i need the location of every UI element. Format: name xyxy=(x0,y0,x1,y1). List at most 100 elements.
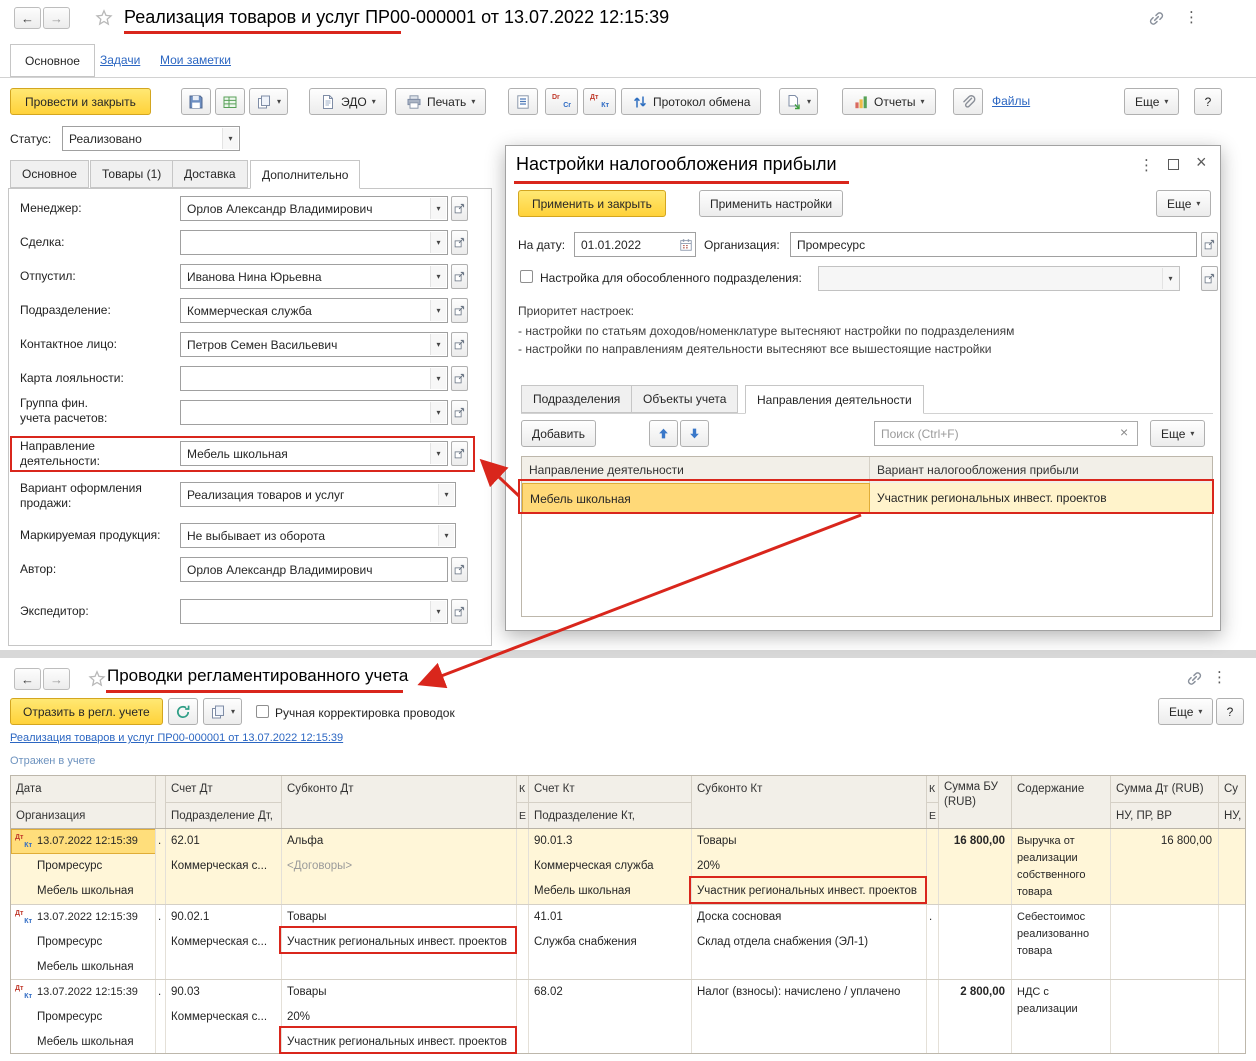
link-icon[interactable] xyxy=(1186,670,1203,687)
nav-tab-tasks[interactable]: Задачи xyxy=(100,53,140,67)
link-icon[interactable] xyxy=(1148,10,1165,27)
create-based-on-button[interactable]: ▾ xyxy=(779,88,818,115)
apply-settings-button[interactable]: Применить настройки xyxy=(699,190,843,217)
favorite-star-icon[interactable] xyxy=(88,670,106,688)
apply-and-close-button[interactable]: Применить и закрыть xyxy=(518,190,666,217)
chevron-down-icon[interactable]: ▾ xyxy=(430,266,446,287)
refresh-button[interactable] xyxy=(168,698,198,725)
author-open-button[interactable] xyxy=(451,557,468,582)
released-by-open-button[interactable] xyxy=(451,264,468,289)
print-button[interactable]: Печать▾ xyxy=(395,88,486,115)
posting-row[interactable]: ДтКт 13.07.2022 12:15:39 Промресурс Мебе… xyxy=(11,829,1245,904)
column-header-variant[interactable]: Вариант налогообложения прибыли xyxy=(870,457,1212,483)
separate-division-open-button[interactable] xyxy=(1201,266,1218,291)
search-clear-icon[interactable]: × xyxy=(1120,424,1128,440)
edo-button[interactable]: ЭДО▾ xyxy=(309,88,387,115)
posting-row[interactable]: ДтКт 13.07.2022 12:15:39 Промресурс Мебе… xyxy=(11,904,1245,979)
chevron-down-icon[interactable]: ▾ xyxy=(430,300,446,321)
column-header-k2[interactable]: КЕ xyxy=(927,776,939,828)
favorite-star-icon[interactable] xyxy=(95,9,113,27)
status-select[interactable]: Реализовано▾ xyxy=(62,126,240,151)
deal-field[interactable]: ▾ xyxy=(180,230,448,255)
column-header-content[interactable]: Содержание xyxy=(1012,776,1111,828)
column-header-cut[interactable]: СуНУ, xyxy=(1219,776,1246,828)
forward-button[interactable]: → xyxy=(43,7,70,29)
more-menu-icon[interactable]: ⋮ xyxy=(1212,670,1227,685)
chevron-down-icon[interactable]: ▾ xyxy=(430,232,446,253)
column-header-sum-dt[interactable]: Сумма Дт (RUB)НУ, ПР, ВР xyxy=(1111,776,1219,828)
column-header-splitter[interactable] xyxy=(156,776,166,828)
tab-additional[interactable]: Дополнительно xyxy=(250,160,360,189)
chevron-down-icon[interactable]: ▾ xyxy=(430,443,446,464)
chevron-down-icon[interactable]: ▾ xyxy=(438,484,454,505)
date-field[interactable]: 01.01.2022 xyxy=(574,232,696,257)
table-more-button[interactable]: Еще▾ xyxy=(1150,420,1205,447)
save-button[interactable] xyxy=(181,88,211,115)
document-link[interactable]: Реализация товаров и услуг ПР00-000001 о… xyxy=(10,732,343,744)
forward-button[interactable]: → xyxy=(43,668,70,690)
manager-open-button[interactable] xyxy=(451,196,468,221)
nav-tab-main[interactable]: Основное xyxy=(10,44,95,77)
tab-divisions[interactable]: Подразделения xyxy=(521,385,632,413)
contact-person-field[interactable]: Петров Семен Васильевич▾ xyxy=(180,332,448,357)
tab-accounting-objects[interactable]: Объекты учета xyxy=(631,385,738,413)
chevron-down-icon[interactable]: ▾ xyxy=(222,128,238,149)
move-up-button[interactable] xyxy=(649,420,678,447)
marked-products-field[interactable]: Не выбывает из оборота▾ xyxy=(180,523,456,548)
column-header-direction[interactable]: Направление деятельности xyxy=(522,457,870,483)
column-header-subconto-dt[interactable]: Субконто Дт xyxy=(282,776,517,828)
loyalty-card-field[interactable]: ▾ xyxy=(180,366,448,391)
tab-goods[interactable]: Товары (1) xyxy=(90,160,173,188)
column-header-account-dt[interactable]: Счет ДтПодразделение Дт, xyxy=(166,776,282,828)
variant-cell[interactable]: Участник региональных инвест. проектов xyxy=(870,483,1212,514)
reflect-button[interactable]: Отразить в регл. учете xyxy=(10,698,163,725)
related-documents-button[interactable] xyxy=(508,88,538,115)
business-direction-open-button[interactable] xyxy=(451,441,468,466)
direction-cell[interactable]: Мебель школьная xyxy=(522,483,870,514)
separate-division-checkbox[interactable] xyxy=(520,270,533,283)
manager-field[interactable]: Орлов Александр Владимирович▾ xyxy=(180,196,448,221)
released-by-field[interactable]: Иванова Нина Юрьевна▾ xyxy=(180,264,448,289)
back-button[interactable]: ← xyxy=(14,7,41,29)
deal-open-button[interactable] xyxy=(451,230,468,255)
more-button[interactable]: Еще▾ xyxy=(1158,698,1213,725)
department-field[interactable]: Коммерческая служба▾ xyxy=(180,298,448,323)
more-button[interactable]: Еще▾ xyxy=(1124,88,1179,115)
add-button[interactable]: Добавить xyxy=(521,420,596,447)
search-input[interactable] xyxy=(874,421,1138,446)
calendar-icon[interactable] xyxy=(678,234,694,255)
tab-business-directions[interactable]: Направления деятельности xyxy=(745,385,924,414)
column-header-account-kt[interactable]: Счет КтПодразделение Кт, xyxy=(529,776,692,828)
sale-option-field[interactable]: Реализация товаров и услуг▾ xyxy=(180,482,456,507)
column-header-date-org[interactable]: ДатаОрганизация xyxy=(11,776,156,828)
post-and-close-button[interactable]: Провести и закрыть xyxy=(10,88,151,115)
dialog-more-button[interactable]: Еще▾ xyxy=(1156,190,1211,217)
exchange-protocol-button[interactable]: Протокол обмена xyxy=(621,88,761,115)
contact-person-open-button[interactable] xyxy=(451,332,468,357)
column-header-subconto-kt[interactable]: Субконто Кт xyxy=(692,776,927,828)
chevron-down-icon[interactable]: ▾ xyxy=(430,334,446,355)
files-link[interactable]: Файлы xyxy=(992,94,1030,108)
dt-kt-button[interactable]: ДтКт xyxy=(583,88,616,115)
chevron-down-icon[interactable]: ▾ xyxy=(430,198,446,219)
fin-group-open-button[interactable] xyxy=(451,400,468,425)
reports-button[interactable]: Отчеты▾ xyxy=(842,88,936,115)
forwarder-field[interactable]: ▾ xyxy=(180,599,448,624)
move-down-button[interactable] xyxy=(680,420,709,447)
column-header-k1[interactable]: КЕ xyxy=(517,776,529,828)
chevron-down-icon[interactable]: ▾ xyxy=(430,402,446,423)
more-menu-icon[interactable]: ⋮ xyxy=(1184,10,1199,25)
fin-group-field[interactable]: ▾ xyxy=(180,400,448,425)
manual-adjustment-checkbox[interactable] xyxy=(256,705,269,718)
organization-open-button[interactable] xyxy=(1201,232,1218,257)
dr-cr-button[interactable]: DrCr xyxy=(545,88,578,115)
forwarder-open-button[interactable] xyxy=(451,599,468,624)
copy-button[interactable]: ▾ xyxy=(203,698,242,725)
business-direction-field[interactable]: Мебель школьная▾ xyxy=(180,441,448,466)
chevron-down-icon[interactable]: ▾ xyxy=(430,368,446,389)
posting-row[interactable]: ДтКт 13.07.2022 12:15:39 Промресурс Мебе… xyxy=(11,979,1245,1054)
nav-tab-notes[interactable]: Мои заметки xyxy=(160,53,231,67)
help-button[interactable]: ? xyxy=(1216,698,1244,725)
chevron-down-icon[interactable]: ▾ xyxy=(430,601,446,622)
chevron-down-icon[interactable]: ▾ xyxy=(438,525,454,546)
